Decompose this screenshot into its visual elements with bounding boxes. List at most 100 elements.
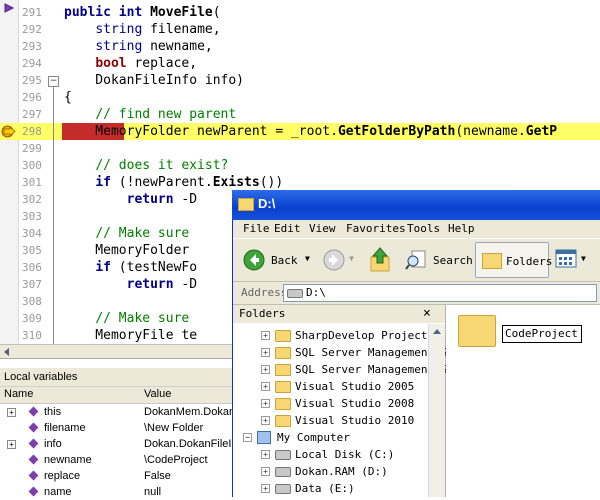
code-line[interactable]: MemoryFile te (64, 327, 197, 344)
code-line[interactable]: // Make sure (64, 225, 189, 242)
line-number: 303 (22, 210, 42, 223)
explorer-titlebar[interactable]: D:\ (232, 190, 600, 220)
local-variable-row[interactable]: newname \CodeProject (0, 452, 236, 468)
line-number: 293 (22, 40, 42, 53)
folder-icon[interactable] (458, 315, 496, 347)
folder-tree-scrollbar[interactable] (428, 324, 445, 497)
breakpoint-gutter[interactable] (0, 0, 19, 344)
code-line[interactable]: string filename, (64, 21, 220, 38)
file-list-pane[interactable]: CodeProject (446, 305, 600, 497)
views-button[interactable]: ▼ (555, 247, 595, 273)
views-dropdown-icon[interactable]: ▼ (581, 254, 586, 263)
code-line[interactable]: DokanFileInfo info) (64, 72, 244, 89)
window-title: D:\ (258, 196, 276, 211)
field-icon (28, 470, 39, 481)
variable-value: null (144, 486, 162, 498)
code-line[interactable]: return -D (64, 276, 197, 293)
tree-expand-toggle[interactable]: + (261, 467, 270, 476)
tree-expand-toggle[interactable]: + (261, 348, 270, 357)
folder-icon (275, 330, 291, 342)
code-line[interactable]: string newname, (64, 38, 212, 55)
fold-toggle[interactable]: − (48, 76, 59, 87)
tree-expand-toggle[interactable]: + (261, 399, 270, 408)
menu-edit[interactable]: Edit (274, 222, 301, 235)
tree-expand-toggle[interactable]: + (261, 416, 270, 425)
local-variable-row[interactable]: name null (0, 484, 236, 500)
rename-input[interactable]: CodeProject (502, 325, 582, 343)
back-dropdown-icon[interactable]: ▼ (305, 254, 310, 263)
tree-item-label: My Computer (277, 431, 350, 444)
field-icon (28, 406, 39, 417)
code-line[interactable]: if (!newParent.Exists()) (64, 174, 283, 191)
code-line[interactable]: bool replace, (64, 55, 197, 72)
up-folder-icon[interactable] (369, 247, 391, 273)
search-button[interactable]: Search (403, 245, 473, 275)
variable-name: newname (44, 454, 92, 466)
forward-dropdown-icon[interactable]: ▼ (349, 254, 354, 263)
menu-help[interactable]: Help (448, 222, 475, 235)
folder-icon (275, 381, 291, 393)
menu-view[interactable]: View (309, 222, 336, 235)
code-line[interactable]: // Make sure (64, 310, 189, 327)
line-number: 295 (22, 74, 42, 87)
local-variable-row[interactable]: filename \New Folder (0, 420, 236, 436)
local-variable-row[interactable]: + this DokanMem.DokanI (0, 404, 238, 420)
variable-name: replace (44, 470, 81, 482)
folder-icon (275, 364, 291, 376)
tree-item-label: Data (E:) (295, 482, 355, 495)
line-number: 306 (22, 261, 42, 274)
variable-name: name (44, 486, 72, 498)
computer-icon (257, 431, 271, 444)
code-line[interactable]: MemoryFolder newParent = _root.GetFolder… (64, 123, 557, 140)
forward-arrow-icon[interactable] (323, 249, 345, 271)
line-number: 294 (22, 57, 42, 70)
address-input[interactable]: D:\ (283, 284, 597, 302)
variable-value: False (144, 470, 171, 482)
drive-icon (275, 484, 291, 494)
line-number: 305 (22, 244, 42, 257)
line-number: 304 (22, 227, 42, 240)
tree-expand-toggle[interactable]: + (261, 382, 270, 391)
expand-toggle[interactable]: + (7, 440, 16, 449)
code-line[interactable]: { (64, 89, 72, 106)
code-line[interactable]: // find new parent (64, 106, 236, 123)
variable-name: info (44, 438, 62, 450)
line-number: 297 (22, 108, 42, 121)
scroll-left-icon[interactable] (2, 347, 12, 357)
variable-value: \CodeProject (144, 454, 208, 466)
line-number: 310 (22, 329, 42, 342)
menu-file[interactable]: File (243, 222, 270, 235)
tree-expand-toggle[interactable]: − (243, 433, 252, 442)
scroll-up-icon[interactable] (432, 327, 442, 337)
code-line[interactable]: return -D (64, 191, 197, 208)
horizontal-scrollbar[interactable] (0, 344, 236, 359)
field-icon (28, 438, 39, 449)
local-variable-row[interactable]: + info Dokan.DokanFileIn (0, 436, 238, 452)
tree-expand-toggle[interactable]: + (261, 365, 270, 374)
tree-item-label: SharpDevelop Projects (295, 329, 435, 342)
code-line[interactable]: // does it exist? (64, 157, 228, 174)
drive-icon (275, 450, 291, 460)
line-number: 307 (22, 278, 42, 291)
menu-favorites[interactable]: Favorites (346, 222, 406, 235)
variable-value: Dokan.DokanFileIn (144, 438, 238, 450)
local-variable-row[interactable]: replace False (0, 468, 236, 484)
tree-expand-toggle[interactable]: + (261, 484, 270, 493)
folders-button[interactable]: Folders (475, 242, 552, 278)
tree-expand-toggle[interactable]: + (261, 331, 270, 340)
line-number: 296 (22, 91, 42, 104)
code-line[interactable]: if (testNewFo (64, 259, 197, 276)
expand-toggle[interactable]: + (7, 408, 16, 417)
value-column-header[interactable]: Value (144, 388, 171, 400)
line-number: 302 (22, 193, 42, 206)
field-icon (28, 454, 39, 465)
name-column-header[interactable]: Name (4, 388, 33, 400)
close-icon[interactable]: × (423, 305, 431, 323)
code-line[interactable]: public int MoveFile( (64, 4, 221, 21)
fold-line (53, 87, 54, 344)
tree-expand-toggle[interactable]: + (261, 450, 270, 459)
menu-tools[interactable]: Tools (407, 222, 440, 235)
back-button[interactable]: Back ▼ (241, 245, 317, 275)
code-line[interactable]: MemoryFolder (64, 242, 189, 259)
search-label: Search (433, 254, 473, 267)
